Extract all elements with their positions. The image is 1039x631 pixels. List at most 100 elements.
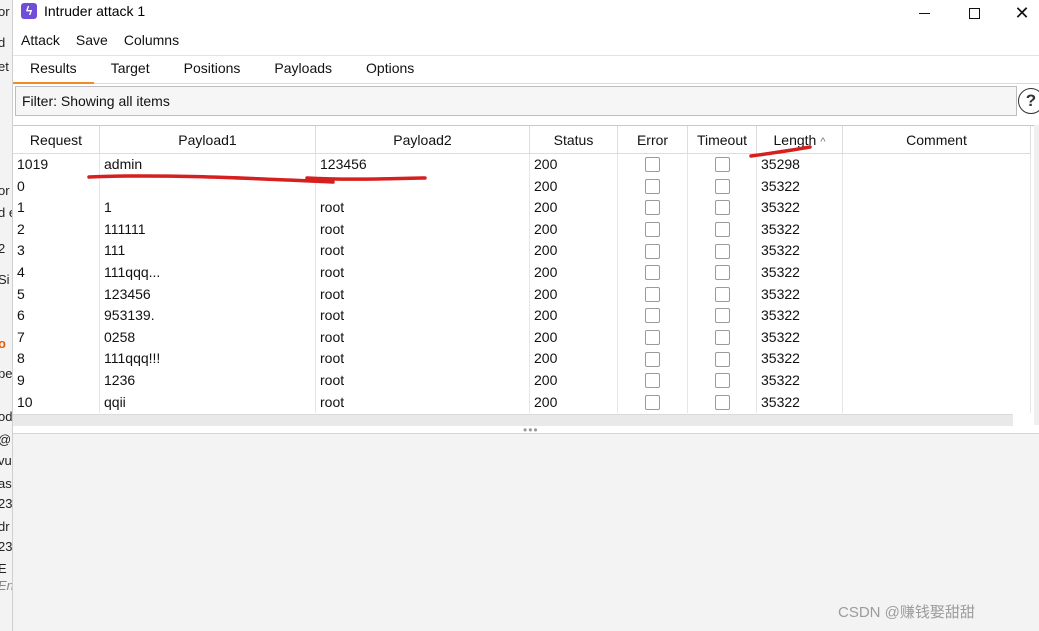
table-row[interactable]: 1019 admin 123456 200 35298	[13, 154, 1031, 176]
cell-request: 5	[13, 283, 100, 306]
cell-timeout	[688, 218, 757, 241]
tab-results[interactable]: Results	[13, 56, 94, 84]
timeout-checkbox[interactable]	[714, 373, 730, 389]
error-checkbox[interactable]	[645, 394, 660, 410]
cell-status: 200	[530, 305, 618, 327]
cell-status: 200	[530, 348, 618, 370]
cell-payload1: 953139.	[100, 305, 316, 327]
column-header-error[interactable]: Error	[618, 126, 688, 154]
cell-request: 1019	[13, 154, 100, 176]
cell-payload2: root	[316, 348, 530, 370]
cell-error	[618, 240, 688, 262]
cell-payload1: 111111	[100, 218, 316, 241]
cell-error	[618, 391, 688, 414]
error-checkbox[interactable]	[645, 373, 660, 389]
timeout-checkbox[interactable]	[714, 243, 730, 259]
cell-status: 200	[530, 197, 618, 219]
column-header-payload1[interactable]: Payload1	[100, 126, 316, 154]
error-checkbox[interactable]	[645, 351, 660, 367]
cell-request: 10	[13, 391, 100, 414]
column-header-label: Comment	[906, 132, 967, 148]
cell-comment	[843, 369, 1031, 392]
cell-status: 200	[530, 391, 618, 414]
timeout-checkbox[interactable]	[714, 286, 730, 302]
table-row[interactable]: 5 123456 root 200 35322	[13, 283, 1031, 306]
tab-payloads[interactable]: Payloads	[257, 56, 349, 84]
cell-status: 200	[530, 369, 618, 392]
background-text-fragment: 23	[0, 539, 13, 554]
horizontal-scrollbar[interactable]	[13, 414, 1013, 426]
cell-status: 200	[530, 175, 618, 198]
timeout-checkbox[interactable]	[714, 265, 730, 281]
minimize-icon	[918, 12, 930, 14]
close-button[interactable]: ✕	[999, 0, 1039, 26]
cell-request: 1	[13, 197, 100, 219]
error-checkbox[interactable]	[645, 178, 660, 194]
error-checkbox[interactable]	[645, 200, 660, 216]
cell-status: 200	[530, 218, 618, 241]
table-body: 1019 admin 123456 200 35298 0 200 35322 1 1 root 20…	[13, 154, 1031, 414]
timeout-checkbox[interactable]	[714, 308, 730, 324]
table-row[interactable]: 7 0258 root 200 35322	[13, 326, 1031, 349]
tab-positions[interactable]: Positions	[167, 56, 258, 84]
cell-length: 35322	[757, 326, 843, 349]
cell-error	[618, 175, 688, 198]
cell-status: 200	[530, 326, 618, 349]
timeout-checkbox[interactable]	[714, 157, 730, 173]
cell-payload2: root	[316, 240, 530, 262]
error-checkbox[interactable]	[645, 222, 660, 238]
table-row[interactable]: 4 111qqq... root 200 35322	[13, 261, 1031, 284]
title-bar[interactable]: ϟ Intruder attack 1 ✕	[13, 0, 1039, 26]
cell-error	[618, 369, 688, 392]
cell-payload2: root	[316, 391, 530, 414]
cell-error	[618, 305, 688, 327]
cell-comment	[843, 348, 1031, 370]
timeout-checkbox[interactable]	[714, 330, 730, 346]
column-header-comment[interactable]: Comment	[843, 126, 1031, 154]
timeout-checkbox[interactable]	[714, 351, 730, 367]
watermark: CSDN @赚钱娶甜甜	[838, 604, 975, 621]
menu-columns[interactable]: Columns	[124, 32, 179, 48]
background-text-fragment: En	[0, 578, 12, 593]
table-row[interactable]: 2 111111 root 200 35322	[13, 218, 1031, 241]
timeout-checkbox[interactable]	[714, 178, 730, 194]
error-checkbox[interactable]	[645, 330, 660, 346]
timeout-checkbox[interactable]	[714, 394, 730, 410]
table-row[interactable]: 0 200 35322	[13, 175, 1031, 198]
timeout-checkbox[interactable]	[714, 222, 730, 238]
error-checkbox[interactable]	[645, 286, 660, 302]
cell-length: 35322	[757, 218, 843, 241]
menu-save[interactable]: Save	[76, 32, 108, 48]
cell-status: 200	[530, 240, 618, 262]
tab-options[interactable]: Options	[349, 56, 431, 84]
table-row[interactable]: 8 111qqq!!! root 200 35322	[13, 348, 1031, 370]
minimize-button[interactable]	[901, 0, 947, 26]
column-header-label: Length	[773, 132, 817, 148]
column-header-label: Error	[636, 132, 669, 148]
table-row[interactable]: 3 111 root 200 35322	[13, 240, 1031, 262]
error-checkbox[interactable]	[645, 265, 660, 281]
tab-target[interactable]: Target	[94, 56, 167, 84]
timeout-checkbox[interactable]	[714, 200, 730, 216]
table-row[interactable]: 1 1 root 200 35322	[13, 197, 1031, 219]
table-row[interactable]: 10 qqii root 200 35322	[13, 391, 1031, 414]
error-checkbox[interactable]	[645, 157, 660, 173]
cell-request: 3	[13, 240, 100, 262]
column-header-status[interactable]: Status	[530, 126, 618, 154]
error-checkbox[interactable]	[645, 308, 660, 324]
cell-status: 200	[530, 283, 618, 306]
column-header-timeout[interactable]: Timeout	[688, 126, 757, 154]
menu-attack[interactable]: Attack	[21, 32, 60, 48]
table-row[interactable]: 6 953139. root 200 35322	[13, 305, 1031, 327]
maximize-button[interactable]	[951, 0, 997, 26]
help-icon[interactable]: ?	[1018, 88, 1039, 114]
error-checkbox[interactable]	[645, 243, 660, 259]
column-header-length[interactable]: Length ^	[757, 126, 843, 154]
column-header-request[interactable]: Request	[13, 126, 100, 154]
vertical-scrollbar[interactable]	[1034, 125, 1039, 425]
filter-bar[interactable]: Filter: Showing all items	[15, 86, 1017, 116]
column-header-payload2[interactable]: Payload2	[316, 126, 530, 154]
cell-payload2: root	[316, 326, 530, 349]
cell-error	[618, 197, 688, 219]
table-row[interactable]: 9 1236 root 200 35322	[13, 369, 1031, 392]
